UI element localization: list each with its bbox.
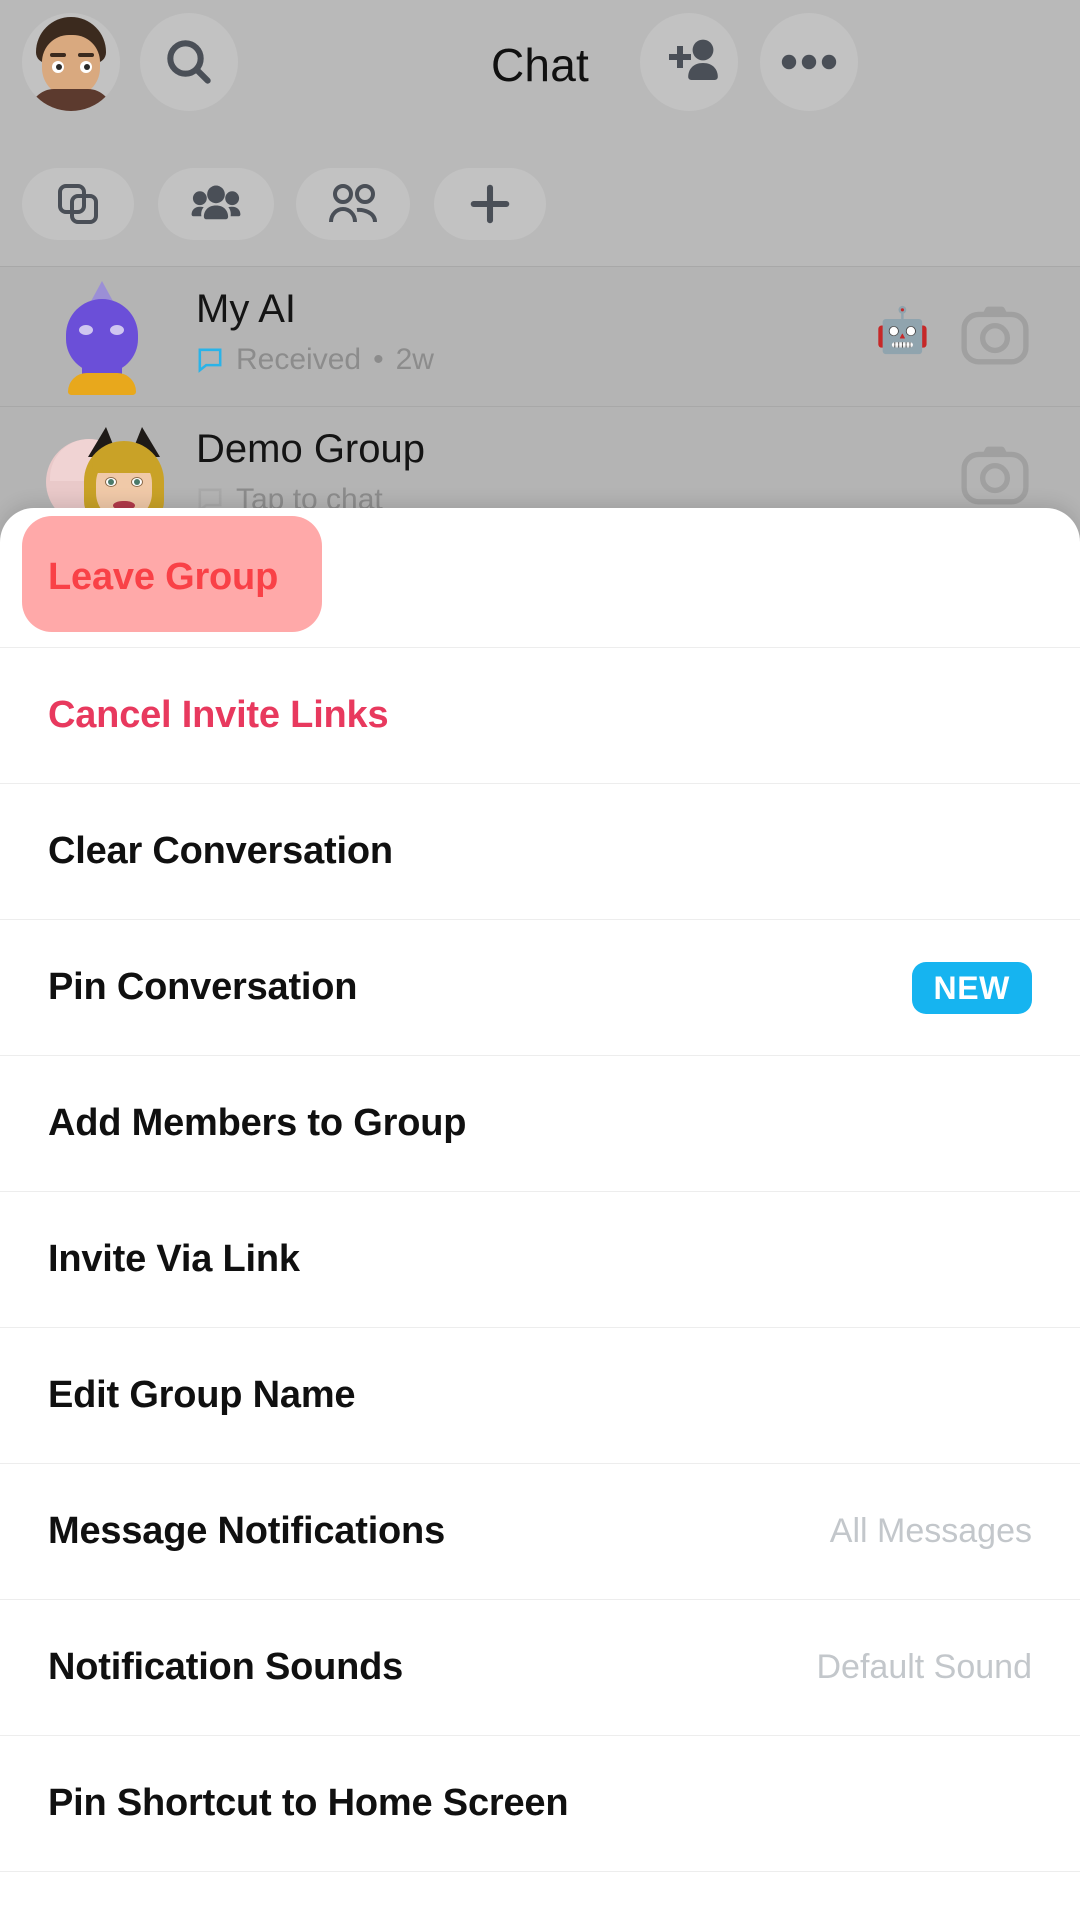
chat-time: 2w [395, 343, 434, 376]
menu-item-message-notifications[interactable]: Message Notifications All Messages [0, 1464, 1080, 1600]
menu-item-leave-group[interactable]: Leave Group [0, 508, 1080, 648]
robot-emoji-icon: 🤖 [875, 306, 930, 355]
friends-icon [327, 182, 379, 226]
app-header-area: Chat [0, 0, 1080, 266]
chat-name: My AI [196, 287, 297, 331]
top-bar: Chat [0, 0, 1080, 130]
menu-item-label: Leave Group [48, 556, 279, 598]
filter-groups[interactable] [158, 168, 274, 240]
add-friend-button[interactable] [640, 13, 738, 111]
menu-item-clear-conversation[interactable]: Clear Conversation [0, 784, 1080, 920]
add-friend-icon [659, 34, 719, 90]
menu-item-label: Pin Shortcut to Home Screen [48, 1782, 569, 1824]
menu-item-label: Pin Conversation [48, 966, 358, 1008]
menu-item-label: Add Members to Group [48, 1102, 467, 1144]
menu-item-pin-conversation[interactable]: Pin Conversation NEW [0, 920, 1080, 1056]
camera-icon[interactable] [960, 303, 1030, 367]
menu-item-pin-shortcut-to-home-screen[interactable]: Pin Shortcut to Home Screen [0, 1736, 1080, 1872]
page-title: Chat [491, 39, 589, 91]
group-options-action-sheet: Leave Group Cancel Invite Links Clear Co… [0, 508, 1080, 1920]
menu-item-label: Notification Sounds [48, 1646, 404, 1688]
menu-item-notification-sounds[interactable]: Notification Sounds Default Sound [0, 1600, 1080, 1736]
avatar [46, 281, 158, 395]
menu-item-edit-group-name[interactable]: Edit Group Name [0, 1328, 1080, 1464]
camera-icon[interactable] [960, 443, 1030, 507]
new-badge: NEW [911, 961, 1032, 1014]
filter-snaps[interactable] [22, 168, 134, 240]
menu-item-label: Invite Via Link [48, 1238, 300, 1280]
filter-friends[interactable] [296, 168, 410, 240]
menu-item-label: Edit Group Name [48, 1374, 356, 1416]
chat-status: Received • 2w [196, 343, 434, 377]
more-options-button[interactable] [760, 13, 858, 111]
menu-item-value: Default Sound [816, 1648, 1033, 1686]
chat-status-separator: • [373, 343, 384, 376]
menu-item-label: Cancel Invite Links [48, 694, 389, 736]
menu-item-invite-via-link[interactable]: Invite Via Link [0, 1192, 1080, 1328]
more-options-icon [781, 53, 837, 71]
chat-status-text: Received [236, 343, 362, 376]
menu-item-label: Message Notifications [48, 1510, 446, 1552]
menu-item-cancel-invite-links[interactable]: Cancel Invite Links [0, 648, 1080, 784]
menu-item-label: Clear Conversation [48, 830, 393, 872]
snaps-icon [54, 180, 102, 228]
chat-row[interactable]: My AI Received • 2w 🤖 [0, 266, 1080, 406]
filter-add[interactable] [434, 168, 546, 240]
plus-icon [464, 178, 516, 230]
menu-item-value: All Messages [829, 1512, 1032, 1550]
chat-name: Demo Group [196, 427, 425, 471]
groups-icon [191, 182, 241, 226]
chat-received-icon [196, 346, 224, 374]
menu-item-add-members-to-group[interactable]: Add Members to Group [0, 1056, 1080, 1192]
